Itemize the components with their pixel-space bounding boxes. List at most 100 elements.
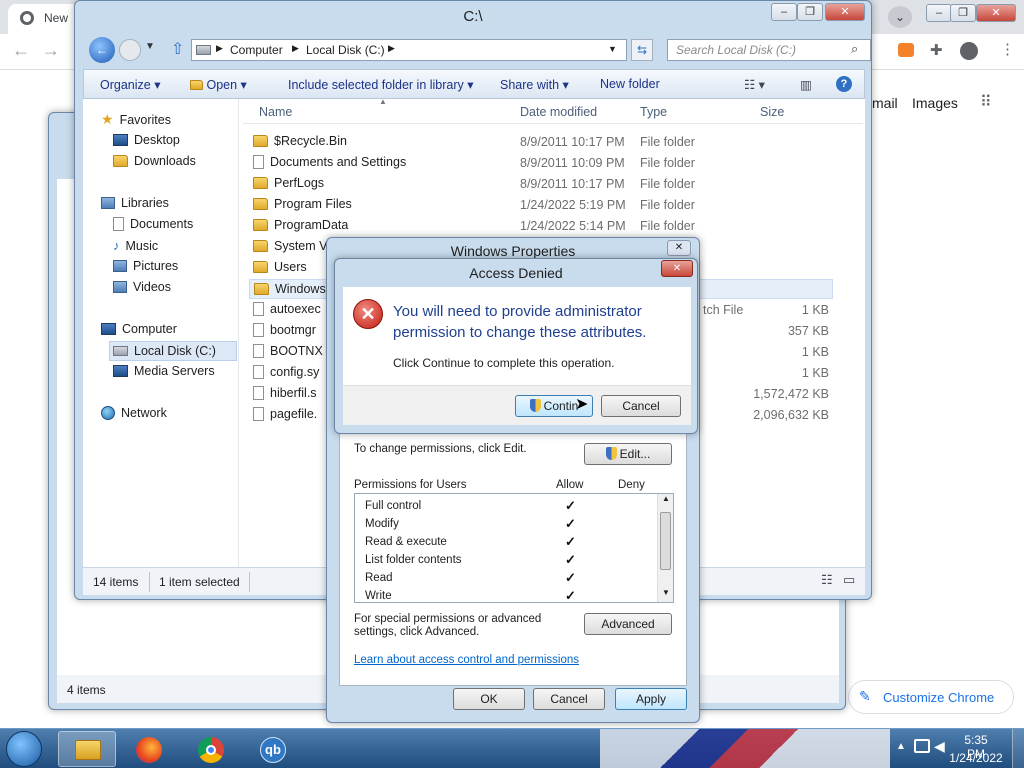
metamask-fox-icon[interactable] <box>898 43 914 57</box>
views-icon[interactable]: ☷ ▾ <box>744 77 765 92</box>
taskbar-qbittorrent[interactable]: qb <box>244 731 302 767</box>
nav-network[interactable]: Network <box>101 406 167 420</box>
file-date: 8/9/2011 10:09 PM <box>520 156 625 170</box>
chrome-maximize-button[interactable]: ❐ <box>950 4 976 22</box>
column-header-size[interactable]: Size <box>760 105 784 119</box>
file-row[interactable]: ProgramData <box>253 218 348 232</box>
access-denied-cancel-button[interactable]: Cancel <box>601 395 681 417</box>
chrome-close-button[interactable]: ✕ <box>976 4 1016 22</box>
address-dropdown-icon[interactable]: ▼ <box>608 44 617 54</box>
column-header-type[interactable]: Type <box>640 105 667 119</box>
nav-downloads[interactable]: Downloads <box>113 154 196 168</box>
firefox-icon <box>136 737 162 763</box>
scroll-up-icon[interactable]: ▲ <box>662 494 670 503</box>
taskbar-explorer[interactable] <box>58 731 116 767</box>
permissions-scrollbar[interactable]: ▲ ▼ <box>657 494 673 602</box>
file-date: 1/24/2022 5:19 PM <box>520 198 626 212</box>
file-row[interactable]: Documents and Settings <box>253 155 406 169</box>
recent-pages-icon[interactable]: ▼ <box>145 41 155 52</box>
taskbar-chrome[interactable] <box>182 731 240 767</box>
advanced-button[interactable]: Advanced <box>584 613 672 635</box>
volume-tray-icon[interactable]: ◀ <box>934 738 945 755</box>
learn-permissions-link[interactable]: Learn about access control and permissio… <box>354 654 579 666</box>
file-row[interactable]: hiberfil.s <box>253 386 317 400</box>
chrome-dropdown-button[interactable]: ⌄ <box>888 6 912 28</box>
share-with-button[interactable]: Share with ▾ <box>500 77 569 92</box>
file-name: pagefile. <box>270 407 318 421</box>
network-tray-icon[interactable] <box>914 739 930 753</box>
file-row[interactable]: bootmgr <box>253 323 316 337</box>
ok-button[interactable]: OK <box>453 688 525 710</box>
nav-documents[interactable]: Documents <box>113 217 193 231</box>
access-denied-close-button[interactable]: ✕ <box>661 260 693 277</box>
new-folder-button[interactable]: New folder <box>600 77 660 91</box>
nav-videos[interactable]: Videos <box>113 280 171 294</box>
taskbar-firefox[interactable] <box>120 731 178 767</box>
column-header-name[interactable]: Name <box>259 105 292 119</box>
nav-local-disk[interactable]: Local Disk (C:) <box>109 341 237 361</box>
clock-date[interactable]: 1/24/2022 <box>948 751 1004 765</box>
address-bar[interactable]: ▶ Computer ▶ Local Disk (C:) ▶ ▼ <box>191 39 627 61</box>
include-library-button[interactable]: Include selected folder in library ▾ <box>288 77 474 92</box>
permission-write: Write <box>365 590 392 602</box>
profile-avatar-icon[interactable] <box>960 42 978 60</box>
nav-music[interactable]: ♪ Music <box>113 238 158 253</box>
back-arrow-icon[interactable]: ← <box>89 37 115 63</box>
refresh-icon[interactable]: ⇆ <box>631 39 653 61</box>
file-row[interactable]: PerfLogs <box>253 176 324 190</box>
gmail-link[interactable]: mail <box>872 95 898 111</box>
error-icon: ✕ <box>353 299 383 329</box>
customize-chrome-button[interactable]: ✎ Customize Chrome <box>848 680 1014 714</box>
show-hidden-icons-icon[interactable]: ▲ <box>896 741 906 752</box>
address-local-disk[interactable]: Local Disk (C:) <box>306 43 385 57</box>
file-row[interactable]: $Recycle.Bin <box>253 134 347 148</box>
forward-arrow-icon[interactable] <box>119 39 141 61</box>
nav-pictures[interactable]: Pictures <box>113 259 178 273</box>
address-computer[interactable]: Computer <box>230 43 283 57</box>
file-row[interactable]: Program Files <box>253 197 352 211</box>
file-row[interactable]: BOOTNX <box>253 344 323 358</box>
explorer-minimize-button[interactable]: – <box>771 3 797 21</box>
start-button[interactable] <box>6 731 42 767</box>
nav-media-servers[interactable]: Media Servers <box>113 364 215 378</box>
chrome-minimize-button[interactable]: – <box>926 4 952 22</box>
nav-favorites[interactable]: ★ Favorites <box>101 111 171 128</box>
show-desktop-button[interactable] <box>1012 729 1024 768</box>
scroll-thumb[interactable] <box>660 512 671 570</box>
apps-grid-icon[interactable]: ⠿ <box>980 92 992 112</box>
edit-button[interactable]: Edit... <box>584 443 672 465</box>
chrome-menu-icon[interactable]: ⋮ <box>1000 40 1015 58</box>
file-name: Documents and Settings <box>270 155 407 169</box>
properties-close-button[interactable]: ✕ <box>667 240 691 256</box>
images-link[interactable]: Images <box>912 95 958 111</box>
apply-button[interactable]: Apply <box>615 688 687 710</box>
up-arrow-icon[interactable]: ⇧ <box>171 39 184 59</box>
open-button[interactable]: Open ▾ <box>190 77 247 92</box>
help-icon[interactable]: ? <box>836 76 852 92</box>
large-icons-view-icon[interactable]: ▭ <box>843 572 855 588</box>
file-name: bootmgr <box>270 323 316 337</box>
file-row[interactable]: config.sy <box>253 365 319 379</box>
file-row[interactable]: autoexec <box>253 302 321 316</box>
properties-cancel-button[interactable]: Cancel <box>533 688 605 710</box>
address-sep-icon: ▶ <box>388 43 395 53</box>
file-row[interactable]: System V <box>253 239 328 253</box>
nav-computer[interactable]: Computer <box>101 322 177 336</box>
chrome-back-icon[interactable]: ← <box>12 40 30 61</box>
chrome-forward-icon[interactable]: → <box>42 40 60 61</box>
file-row[interactable]: Users <box>253 260 307 274</box>
file-name: Windows <box>275 282 326 296</box>
nav-libraries[interactable]: Libraries <box>101 196 169 210</box>
nav-desktop[interactable]: Desktop <box>113 133 180 147</box>
explorer-close-button[interactable]: ✕ <box>825 3 865 21</box>
sort-arrow-icon: ▲ <box>379 97 387 106</box>
extensions-puzzle-icon[interactable]: ✚ <box>930 41 943 59</box>
scroll-down-icon[interactable]: ▼ <box>662 588 670 597</box>
details-view-icon[interactable]: ☷ <box>821 572 833 588</box>
column-header-date[interactable]: Date modified <box>520 105 597 119</box>
preview-pane-icon[interactable]: ▥ <box>800 77 812 92</box>
file-row[interactable]: pagefile. <box>253 407 317 421</box>
organize-button[interactable]: Organize ▾ <box>100 77 160 92</box>
explorer-maximize-button[interactable]: ❐ <box>797 3 823 21</box>
search-input[interactable]: Search Local Disk (C:) <box>667 39 871 61</box>
